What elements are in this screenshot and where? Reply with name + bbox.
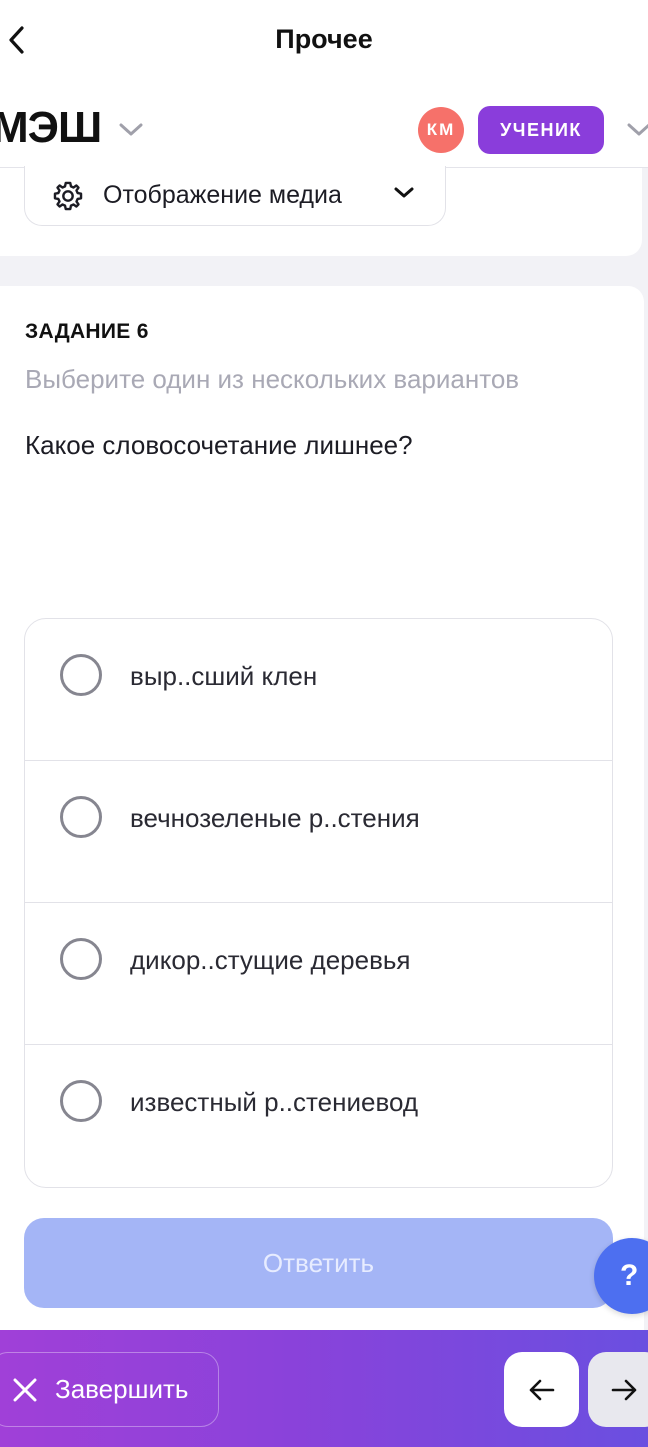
bottom-bar: Завершить (0, 1330, 648, 1447)
radio-button[interactable] (60, 938, 102, 980)
radio-button[interactable] (60, 796, 102, 838)
answer-option[interactable]: дикор..стущие деревья (25, 903, 612, 1045)
top-bar: Прочее (0, 0, 648, 82)
chevron-down-icon[interactable] (626, 122, 648, 138)
brand-bar: МЭШ КМ УЧЕНИК (0, 82, 648, 168)
answer-option[interactable]: известный р..стениевод (25, 1045, 612, 1187)
page-title: Прочее (275, 24, 373, 54)
previous-task-button[interactable] (504, 1352, 579, 1427)
logo[interactable]: МЭШ (0, 106, 102, 150)
chevron-down-icon[interactable] (118, 122, 144, 138)
gear-icon (53, 181, 83, 210)
answer-option[interactable]: выр..сший клен (25, 619, 612, 761)
radio-button[interactable] (60, 654, 102, 696)
next-task-button[interactable] (588, 1352, 648, 1427)
finish-button[interactable]: Завершить (0, 1352, 219, 1427)
answer-button[interactable]: Ответить (24, 1218, 613, 1308)
avatar[interactable]: КМ (418, 107, 464, 153)
role-badge[interactable]: УЧЕНИК (478, 106, 604, 154)
close-icon (13, 1378, 37, 1401)
radio-button[interactable] (60, 1080, 102, 1122)
previous-task-card: Отображение медиа (0, 166, 642, 256)
option-label: известный р..стениевод (130, 1087, 419, 1117)
option-label: выр..сший клен (130, 661, 318, 691)
option-label: вечнозеленые р..стения (130, 803, 420, 833)
chevron-down-icon (394, 187, 414, 198)
task-number: ЗАДАНИЕ 6 (25, 320, 149, 343)
task-question: Какое словосочетание лишнее? (25, 430, 413, 460)
arrow-right-icon (611, 1379, 637, 1400)
media-display-button[interactable]: Отображение медиа (24, 166, 446, 226)
finish-label: Завершить (55, 1374, 189, 1404)
answer-options: выр..сший клен вечнозеленые р..стения ди… (24, 618, 613, 1188)
answer-option[interactable]: вечнозеленые р..стения (25, 761, 612, 903)
task-card: ЗАДАНИЕ 6 Выберите один из нескольких ва… (0, 286, 644, 1330)
option-label: дикор..стущие деревья (130, 945, 411, 975)
media-display-label: Отображение медиа (103, 181, 342, 209)
arrow-left-icon (529, 1379, 554, 1400)
task-hint: Выберите один из нескольких вариантов (25, 364, 520, 394)
